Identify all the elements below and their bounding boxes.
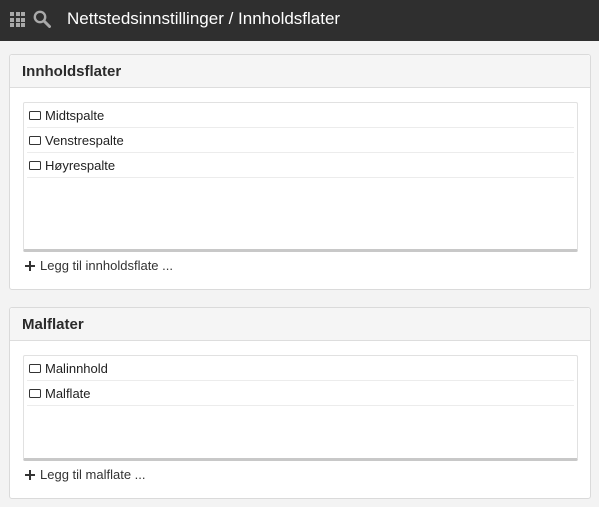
page-title: Nettstedsinnstillinger / Innholdsflater (67, 9, 341, 28)
list-item[interactable]: Venstrespalte (27, 128, 574, 153)
list-item-label: Venstrespalte (45, 132, 124, 148)
list-item[interactable]: Malinnhold (27, 356, 574, 381)
list-item[interactable]: Midtspalte (27, 103, 574, 128)
area-icon (29, 160, 41, 170)
list-item[interactable]: Malflate (27, 381, 574, 406)
plus-icon (25, 469, 35, 480)
search-icon[interactable] (33, 10, 51, 28)
list-item-label: Høyrespalte (45, 157, 116, 173)
template-areas-list: Malinnhold Malflate (23, 355, 578, 461)
add-label: Legg til malflate ... (40, 467, 146, 482)
panel-title: Innholdsflater (10, 55, 590, 88)
list-item[interactable]: Høyrespalte (27, 153, 574, 178)
content-areas-panel: Innholdsflater Midtspalte Venstrespalte … (9, 54, 591, 290)
add-content-area-button[interactable]: Legg til innholdsflate ... (25, 258, 173, 273)
area-icon (29, 110, 41, 120)
plus-icon (25, 260, 35, 271)
template-areas-panel: Malflater Malinnhold Malflate Legg til m… (9, 307, 591, 499)
top-bar: Nettstedsinnstillinger / Innholdsflater (0, 0, 599, 41)
area-icon (29, 363, 41, 373)
content-areas-list: Midtspalte Venstrespalte Høyrespalte (23, 102, 578, 252)
area-icon (29, 135, 41, 145)
panel-title: Malflater (10, 308, 590, 341)
list-item-label: Midtspalte (45, 107, 105, 123)
list-item-label: Malinnhold (45, 360, 108, 376)
list-item-label: Malflate (45, 385, 91, 401)
add-label: Legg til innholdsflate ... (40, 258, 173, 273)
area-icon (29, 388, 41, 398)
add-template-area-button[interactable]: Legg til malflate ... (25, 467, 146, 482)
grid-icon[interactable] (10, 12, 25, 27)
